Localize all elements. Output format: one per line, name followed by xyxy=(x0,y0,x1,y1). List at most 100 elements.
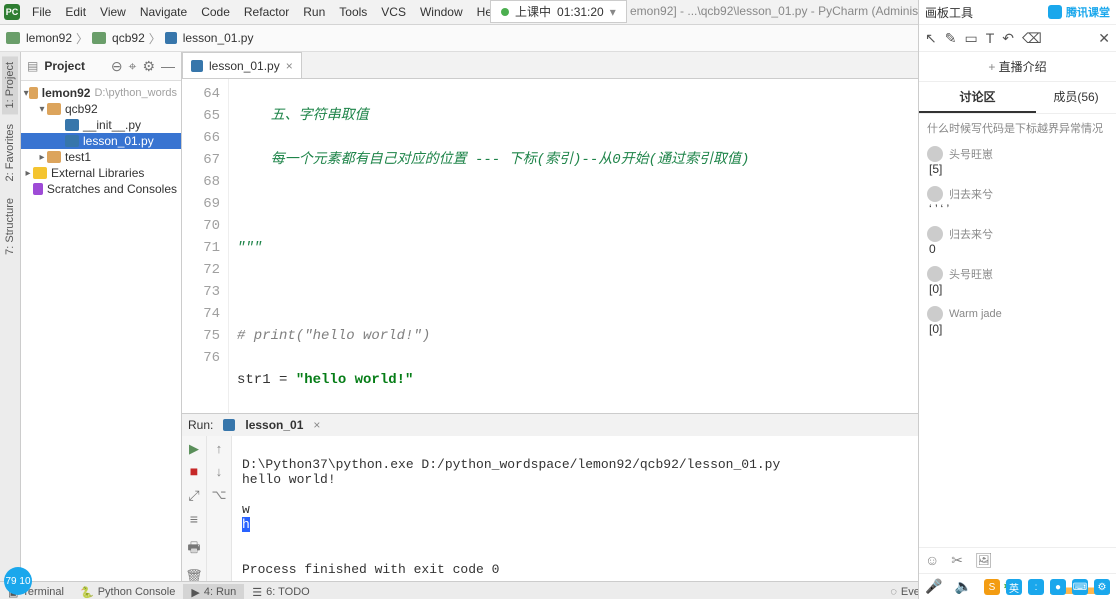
crumb-file[interactable]: lesson_01.py xyxy=(183,31,254,45)
ime-lang-icon[interactable]: 英 xyxy=(1006,579,1022,595)
trash-icon[interactable]: 🗑 xyxy=(185,569,203,581)
panel-title: 画板工具 xyxy=(925,4,973,21)
tree-label: Scratches and Consoles xyxy=(47,182,177,196)
filter-icon[interactable]: ⌥ xyxy=(212,488,227,503)
stop-icon[interactable]: ■ xyxy=(190,465,198,481)
crumb-root[interactable]: lemon92 xyxy=(26,31,72,45)
tree-label: lesson_01.py xyxy=(83,134,154,148)
hide-icon[interactable]: — xyxy=(161,58,175,74)
tree-root[interactable]: ▾ lemon92 D:\python_words xyxy=(21,85,181,101)
ime-width-icon[interactable]: ● xyxy=(1050,579,1066,595)
caret-right-icon[interactable]: ▸ xyxy=(23,168,33,179)
coverage-badge[interactable]: 79 10 xyxy=(4,567,32,595)
code-span: # print("hello world!") xyxy=(237,328,430,344)
tree-folder-test1[interactable]: ▸ test1 xyxy=(21,149,181,165)
crumb-folder[interactable]: qcb92 xyxy=(112,31,145,45)
menu-file[interactable]: File xyxy=(26,3,57,21)
left-tab-structure[interactable]: 7: Structure xyxy=(2,192,18,261)
tree-external-libraries[interactable]: ▸ External Libraries xyxy=(21,165,181,181)
print-icon[interactable]: 🖶 xyxy=(187,537,200,561)
chevron-right-icon: 〉 xyxy=(149,30,161,47)
debug-layout-icon[interactable]: ⤢ xyxy=(188,489,199,505)
menu-code[interactable]: Code xyxy=(195,3,236,21)
output-line: D:\Python37\python.exe D:/python_wordspa… xyxy=(242,457,780,472)
class-timer-overlay: 上课中 01:31:20 ▾ xyxy=(490,0,627,23)
mic-icon[interactable]: 🎤 xyxy=(925,578,942,595)
chevron-down-icon[interactable]: ▾ xyxy=(610,5,616,19)
avatar xyxy=(927,266,943,282)
bottom-tab-run[interactable]: ▶4: Run xyxy=(183,584,244,599)
tree-label: External Libraries xyxy=(51,166,144,180)
menu-tools[interactable]: Tools xyxy=(333,3,373,21)
library-icon xyxy=(33,167,47,179)
chat-message: 归去来兮‘ ’ ‘ ’ xyxy=(927,186,1108,216)
caret-right-icon[interactable]: ▸ xyxy=(37,152,47,163)
down-icon[interactable]: ↓ xyxy=(215,465,223,480)
up-icon[interactable]: ↑ xyxy=(215,442,223,457)
tree-scratches[interactable]: Scratches and Consoles xyxy=(21,181,181,197)
chat-tab-discuss[interactable]: 讨论区 xyxy=(919,82,1036,113)
output-line: Process finished with exit code 0 xyxy=(242,562,499,577)
scissors-icon[interactable]: ✂ xyxy=(951,552,963,569)
menu-run[interactable]: Run xyxy=(297,3,331,21)
python-file-icon xyxy=(165,32,177,44)
collapse-icon[interactable]: ⊖ xyxy=(111,58,123,75)
ime-indicator: S 英 : ● ⌨ ⚙ xyxy=(984,579,1110,595)
ime-app-icon[interactable]: S xyxy=(984,579,1000,595)
log-icon: ◌ xyxy=(890,586,897,598)
pen-tool-icon[interactable]: ✎ xyxy=(945,30,957,47)
folder-icon xyxy=(92,32,106,44)
chat-messages[interactable]: 头号旺崽[5] 归去来兮‘ ’ ‘ ’ 归去来兮0 头号旺崽[0] Warm j… xyxy=(919,142,1116,547)
left-tool-strip: 1: Project 2: Favorites 7: Structure xyxy=(0,52,21,581)
avatar xyxy=(927,226,943,242)
folder-icon xyxy=(47,151,61,163)
output-line: hello world! xyxy=(242,472,336,487)
left-tab-favorites[interactable]: 2: Favorites xyxy=(2,118,18,187)
tree-label: lemon92 xyxy=(42,86,91,100)
editor-tab[interactable]: lesson_01.py × xyxy=(182,52,302,78)
menu-navigate[interactable]: Navigate xyxy=(134,3,193,21)
bottom-tab-todo[interactable]: ☰6: TODO xyxy=(244,584,317,599)
menu-window[interactable]: Window xyxy=(414,3,469,21)
tree-folder-qcb92[interactable]: ▾ qcb92 xyxy=(21,101,181,117)
left-tab-project[interactable]: 1: Project xyxy=(2,56,18,114)
run-again-icon[interactable]: ▶ xyxy=(189,442,199,457)
close-tab-icon[interactable]: × xyxy=(286,59,293,73)
image-icon[interactable]: 🖼 xyxy=(975,552,993,569)
tree-file-init[interactable]: __init__.py xyxy=(21,117,181,133)
text-tool-icon[interactable]: T xyxy=(986,30,995,46)
speaker-icon[interactable]: 🔈 xyxy=(954,578,971,595)
rect-tool-icon[interactable]: ▭ xyxy=(964,30,977,47)
close-icon[interactable]: ✕ xyxy=(1098,30,1110,47)
python-icon: 🐍 xyxy=(80,586,94,599)
bottom-tab-python-console[interactable]: 🐍Python Console xyxy=(72,584,183,599)
line-gutter: 64 65 66 67 68 69 70 71 72 73 74 75 76 xyxy=(182,79,229,413)
soft-wrap-icon[interactable]: ≡ xyxy=(190,513,198,529)
caret-down-icon[interactable]: ▾ xyxy=(37,104,47,115)
live-intro-button[interactable]: 直播介绍 xyxy=(919,52,1116,82)
emoji-icon[interactable]: ☺ xyxy=(925,552,939,569)
menu-edit[interactable]: Edit xyxy=(59,3,92,21)
ime-punc-icon[interactable]: : xyxy=(1028,579,1044,595)
close-icon[interactable]: × xyxy=(313,418,320,432)
brand-label: 腾讯课堂 xyxy=(1048,4,1110,20)
gear-icon[interactable]: ⚙ xyxy=(142,58,155,75)
menu-vcs[interactable]: VCS xyxy=(375,3,412,21)
tree-file-lesson[interactable]: lesson_01.py xyxy=(21,133,181,149)
menu-refactor[interactable]: Refactor xyxy=(238,3,295,21)
ime-kb-icon[interactable]: ⌨ xyxy=(1072,579,1088,595)
target-icon[interactable]: ⌖ xyxy=(129,58,137,75)
chat-message: 头号旺崽[0] xyxy=(927,266,1108,296)
undo-icon[interactable]: ↶ xyxy=(1002,30,1014,47)
ime-settings-icon[interactable]: ⚙ xyxy=(1094,579,1110,595)
delete-icon[interactable]: ⌫ xyxy=(1022,30,1042,47)
run-panel-label: Run: xyxy=(188,418,213,432)
menu-view[interactable]: View xyxy=(94,3,132,21)
pointer-tool-icon[interactable]: ↖ xyxy=(925,30,937,47)
chat-tab-members[interactable]: 成员(56) xyxy=(1036,82,1116,113)
code-span: "hello world!" xyxy=(296,372,414,388)
tencent-logo-icon xyxy=(1048,5,1062,19)
tree-label: __init__.py xyxy=(83,118,141,132)
timer-time: 01:31:20 xyxy=(557,5,604,19)
window-title-right: emon92] - ...\qcb92\lesson_01.py - PyCha… xyxy=(630,4,935,18)
